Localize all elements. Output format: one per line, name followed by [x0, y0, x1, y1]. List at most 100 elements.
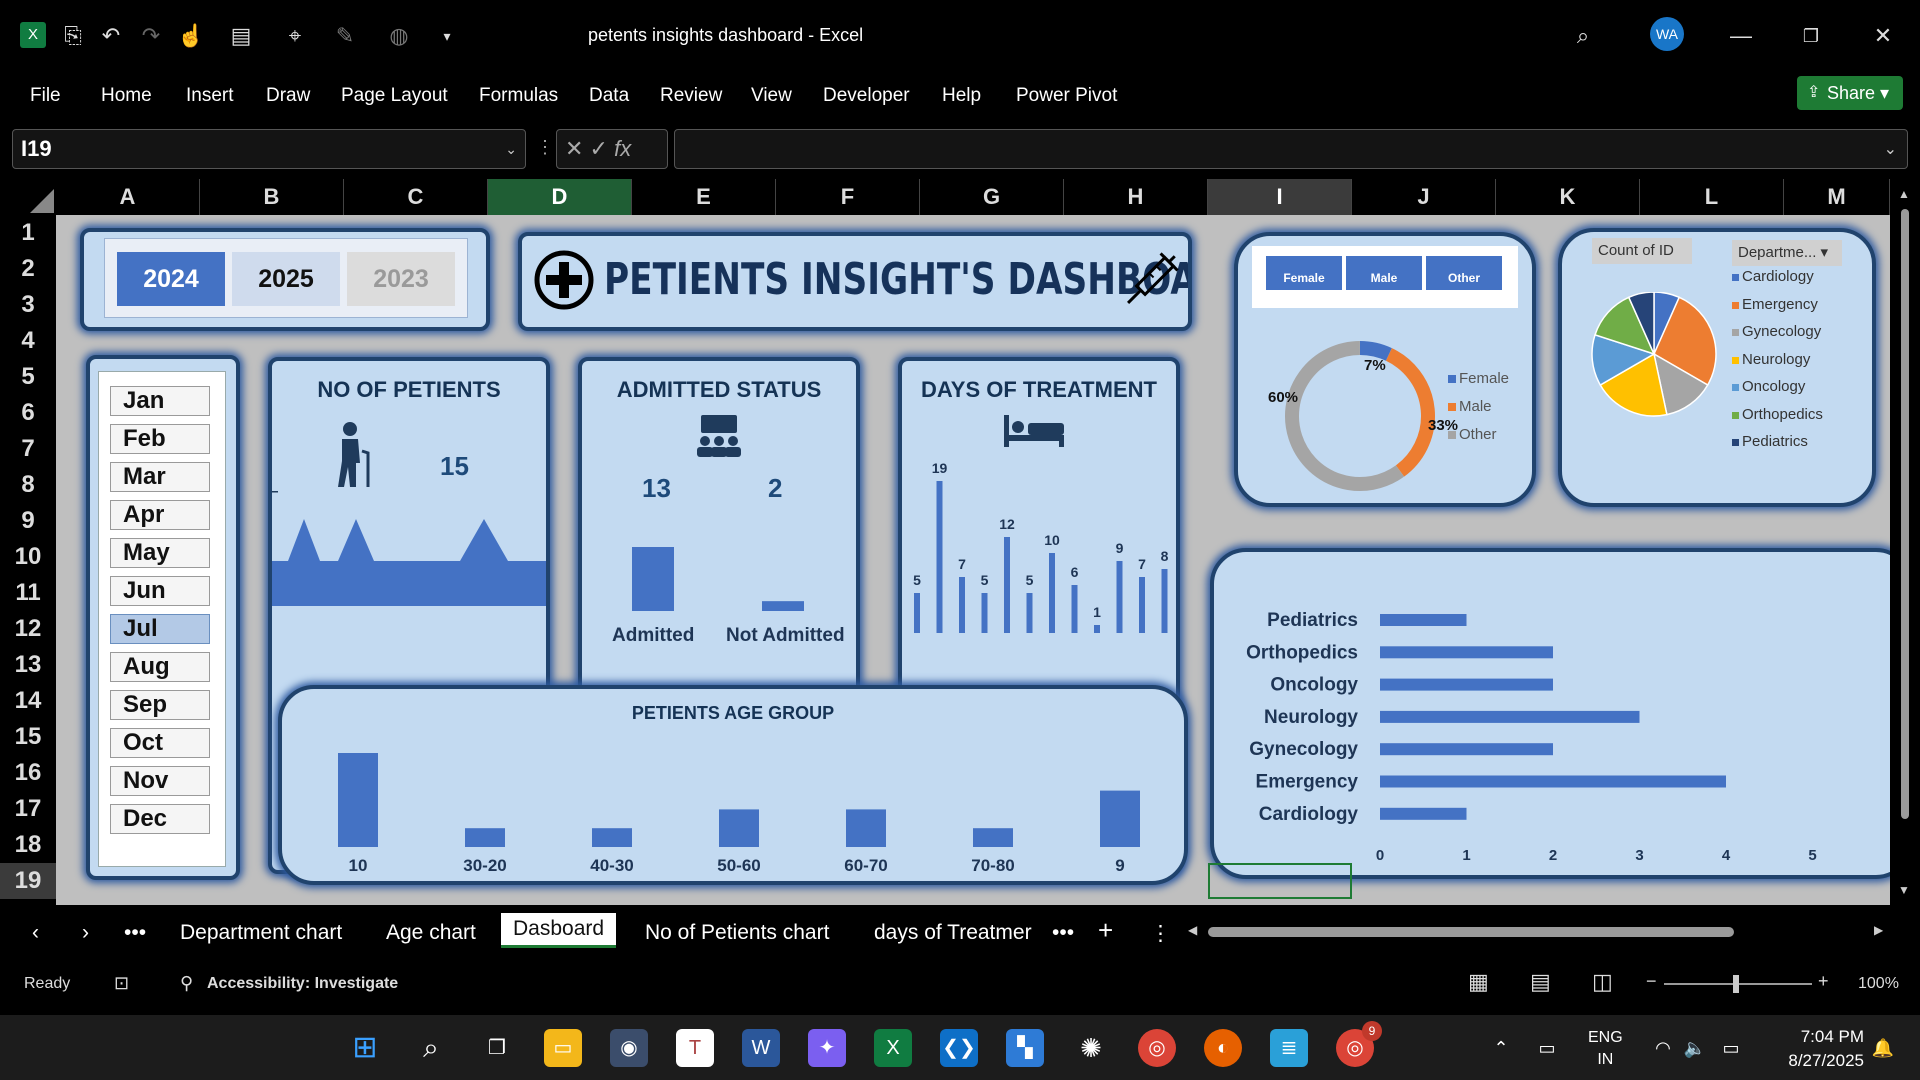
month-feb-button[interactable]: Feb	[110, 424, 210, 454]
expand-formula-icon[interactable]: ⌄	[1884, 139, 1897, 159]
row-header[interactable]: 13	[0, 647, 56, 683]
zoom-out-icon[interactable]: −	[1646, 971, 1657, 992]
column-header[interactable]: I	[1208, 179, 1352, 215]
word-icon[interactable]: W	[742, 1029, 780, 1067]
month-mar-button[interactable]: Mar	[110, 462, 210, 492]
tab-insert[interactable]: Insert	[186, 85, 234, 107]
scroll-right-icon[interactable]: ▶	[1874, 923, 1883, 937]
month-jul-button[interactable]: Jul	[110, 614, 210, 644]
row-header[interactable]: 14	[0, 683, 56, 719]
prev-sheet-icon[interactable]: ‹	[32, 921, 39, 945]
language-indicator[interactable]: ENG IN	[1588, 1027, 1623, 1071]
windows-start-icon[interactable]: ⊞	[346, 1029, 384, 1067]
year-2024-button[interactable]: 2024	[117, 252, 225, 306]
gender-male-button[interactable]: Male	[1346, 256, 1422, 290]
row-header[interactable]: 19	[0, 863, 56, 899]
gender-female-button[interactable]: Female	[1266, 256, 1342, 290]
chevron-up-icon[interactable]: ⌃	[1482, 1029, 1520, 1067]
tab-developer[interactable]: Developer	[823, 85, 910, 107]
column-header[interactable]: F	[776, 179, 920, 215]
next-sheet-icon[interactable]: ›	[82, 921, 89, 945]
name-box[interactable]: I19 ⌄	[12, 129, 526, 169]
search-icon[interactable]: ⌕	[1568, 20, 1598, 52]
add-sheet-icon[interactable]: +	[1098, 915, 1113, 946]
column-header[interactable]: E	[632, 179, 776, 215]
app-icon[interactable]: ▚	[1006, 1029, 1044, 1067]
row-header[interactable]: 15	[0, 719, 56, 755]
year-2025-button[interactable]: 2025	[232, 252, 340, 306]
tab-dasboard[interactable]: Dasboard	[501, 913, 617, 948]
chatgpt-icon[interactable]: ✺	[1072, 1029, 1110, 1067]
tab-age-chart[interactable]: Age chart	[386, 921, 476, 945]
row-header[interactable]: 3	[0, 287, 56, 323]
zoom-in-icon[interactable]: +	[1818, 971, 1829, 992]
row-header[interactable]: 18	[0, 827, 56, 863]
options-icon[interactable]: ⋮	[1150, 921, 1171, 946]
avatar[interactable]: WA	[1650, 17, 1684, 51]
share-button[interactable]: ⇪ Share ▾	[1797, 76, 1903, 110]
column-header[interactable]: G	[920, 179, 1064, 215]
month-nov-button[interactable]: Nov	[110, 766, 210, 796]
scroll-up-icon[interactable]: ▲	[1898, 187, 1910, 201]
search-icon[interactable]: ⌕	[412, 1029, 450, 1067]
month-may-button[interactable]: May	[110, 538, 210, 568]
tab-page-layout[interactable]: Page Layout	[341, 85, 448, 107]
horizontal-scrollbar[interactable]: ◀ ▶	[1188, 923, 1883, 937]
tab-home[interactable]: Home	[101, 85, 152, 107]
month-dec-button[interactable]: Dec	[110, 804, 210, 834]
task-view-icon[interactable]: ❐	[478, 1029, 516, 1067]
column-header[interactable]: C	[344, 179, 488, 215]
hscroll-thumb[interactable]	[1208, 927, 1734, 937]
month-jan-button[interactable]: Jan	[110, 386, 210, 416]
more-tabs-icon[interactable]: •••	[1052, 921, 1074, 945]
vscode-icon[interactable]: ❮❯	[940, 1029, 978, 1067]
tab-department-chart[interactable]: Department chart	[180, 921, 342, 945]
row-header[interactable]: 11	[0, 575, 56, 611]
formula-input[interactable]: ⌄	[674, 129, 1908, 169]
chrome-icon[interactable]: ◎	[1138, 1029, 1176, 1067]
row-header[interactable]: 8	[0, 467, 56, 503]
scroll-left-icon[interactable]: ◀	[1188, 923, 1197, 937]
volume-icon[interactable]: 🔈	[1676, 1029, 1714, 1067]
row-header[interactable]: 7	[0, 431, 56, 467]
column-header[interactable]: M	[1784, 179, 1890, 215]
month-oct-button[interactable]: Oct	[110, 728, 210, 758]
month-sep-button[interactable]: Sep	[110, 690, 210, 720]
tab-data[interactable]: Data	[589, 85, 629, 107]
row-header[interactable]: 16	[0, 755, 56, 791]
page-break-view-icon[interactable]: ◫	[1592, 969, 1613, 995]
excel-icon[interactable]: X	[874, 1029, 912, 1067]
notepad-icon[interactable]: ≣	[1270, 1029, 1308, 1067]
row-header[interactable]: 12	[0, 611, 56, 647]
column-header[interactable]: J	[1352, 179, 1496, 215]
zoom-slider-thumb[interactable]	[1733, 975, 1739, 993]
column-header[interactable]: L	[1640, 179, 1784, 215]
tab-file[interactable]: File	[30, 85, 61, 107]
touch-mode-icon[interactable]: ☝	[176, 20, 206, 52]
department-filter-button[interactable]: Departme... ▾	[1732, 240, 1842, 266]
tab-days-of-treatment[interactable]: days of Treatmer	[874, 921, 1032, 945]
more-sheets-icon[interactable]: •••	[124, 921, 146, 945]
column-header[interactable]: B	[200, 179, 344, 215]
column-header[interactable]: D	[488, 179, 632, 215]
row-header[interactable]: 10	[0, 539, 56, 575]
close-icon[interactable]: ✕	[1868, 20, 1898, 52]
notification-bell-icon[interactable]: 🔔	[1864, 1029, 1902, 1067]
tab-review[interactable]: Review	[660, 85, 722, 107]
row-header[interactable]: 1	[0, 215, 56, 251]
formula-controls[interactable]: ✕ ✓ fx	[556, 129, 668, 169]
column-header[interactable]: H	[1064, 179, 1208, 215]
active-cell[interactable]	[1208, 863, 1352, 899]
accessibility-status[interactable]: Accessibility: Investigate	[207, 975, 398, 993]
tab-power-pivot[interactable]: Power Pivot	[1016, 85, 1117, 107]
redo-icon[interactable]: ↷	[136, 20, 166, 52]
form-icon[interactable]: ▤	[226, 20, 256, 52]
row-header[interactable]: 4	[0, 323, 56, 359]
gender-other-button[interactable]: Other	[1426, 256, 1502, 290]
customize-toolbar-icon[interactable]: ▾	[432, 20, 462, 52]
column-header[interactable]: K	[1496, 179, 1640, 215]
row-header[interactable]: 9	[0, 503, 56, 539]
undo-icon[interactable]: ↶	[96, 20, 126, 52]
column-header[interactable]: A	[56, 179, 200, 215]
accessibility-icon[interactable]: ⚲	[180, 973, 193, 994]
